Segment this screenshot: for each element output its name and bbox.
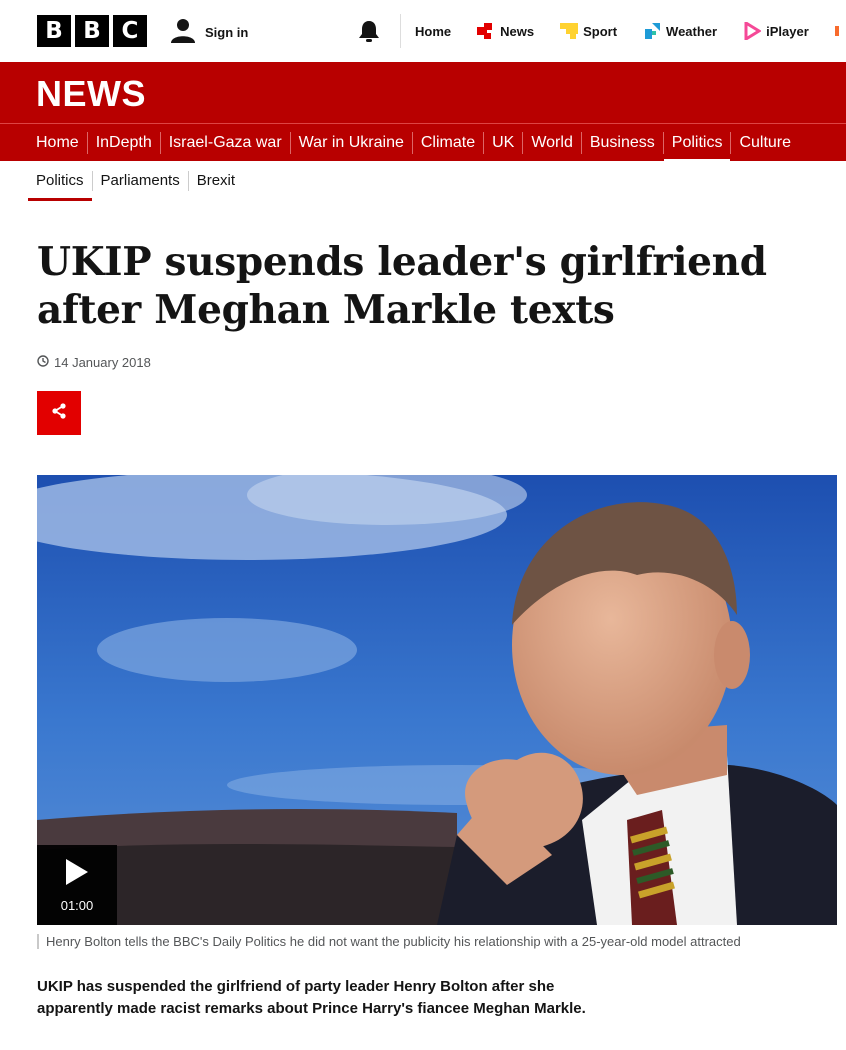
global-header: B B C Sign in Home News Sport Weather iP… [0, 0, 846, 62]
section-nav-uk[interactable]: UK [484, 131, 524, 154]
bbc-logo[interactable]: B B C [37, 15, 147, 47]
global-nav-weather-label: Weather [666, 23, 718, 39]
global-nav: Home News Sport Weather iPlayer [400, 14, 839, 48]
sub-nav-parliaments[interactable]: Parliaments [93, 171, 189, 191]
section-nav-climate[interactable]: Climate [413, 131, 485, 154]
sign-in-label: Sign in [205, 25, 249, 40]
section-nav-world[interactable]: World [523, 131, 582, 154]
section-nav-ukraine[interactable]: War in Ukraine [291, 131, 413, 154]
global-nav-sport[interactable]: Sport [547, 14, 630, 48]
logo-letter-c: C [113, 15, 147, 47]
global-nav-home-label: Home [415, 23, 452, 39]
user-icon [170, 17, 196, 48]
global-nav-news-label: News [500, 23, 535, 39]
sport-icon [560, 22, 579, 40]
weather-icon [643, 22, 661, 40]
sub-nav-politics[interactable]: Politics [28, 171, 93, 201]
section-nav-culture[interactable]: Culture [731, 132, 799, 154]
video-still-image [37, 475, 837, 925]
logo-letter-b1: B [37, 15, 71, 47]
section-nav-business[interactable]: Business [582, 131, 664, 154]
global-nav-more-overflow[interactable] [822, 14, 839, 48]
global-nav-iplayer[interactable]: iPlayer [730, 14, 822, 48]
news-icon [477, 22, 495, 40]
section-nav-indepth[interactable]: InDepth [88, 131, 161, 154]
share-icon [50, 402, 68, 425]
play-icon [64, 857, 90, 892]
sub-nav: Politics Parliaments Brexit [28, 168, 243, 201]
notifications-bell-icon[interactable] [358, 19, 380, 48]
share-button[interactable] [37, 391, 81, 435]
sub-nav-brexit[interactable]: Brexit [189, 171, 243, 191]
news-title[interactable]: NEWS [36, 73, 146, 115]
section-nav: Home InDepth Israel-Gaza war War in Ukra… [0, 123, 846, 163]
overflow-icon [834, 26, 839, 36]
article-intro: UKIP has suspended the girlfriend of par… [37, 978, 586, 1017]
video-duration: 01:00 [60, 898, 94, 913]
global-nav-weather[interactable]: Weather [630, 14, 730, 48]
article-date: 14 January 2018 [54, 355, 151, 370]
clock-icon [37, 355, 49, 370]
article-headline: UKIP suspends leader's girlfriend after … [37, 239, 767, 333]
article-timestamp: 14 January 2018 [37, 355, 151, 370]
global-nav-sport-label: Sport [583, 23, 618, 39]
section-nav-home[interactable]: Home [28, 131, 88, 154]
global-nav-home[interactable]: Home [401, 14, 464, 48]
video-player[interactable]: 01:00 [37, 475, 837, 925]
news-masthead: NEWS [0, 62, 846, 123]
sign-in-link[interactable]: Sign in [170, 17, 248, 48]
section-nav-israel-gaza[interactable]: Israel-Gaza war [161, 131, 291, 154]
section-nav-politics[interactable]: Politics [663, 131, 732, 163]
global-nav-iplayer-label: iPlayer [766, 23, 809, 39]
video-caption: Henry Bolton tells the BBC's Daily Polit… [37, 934, 741, 949]
logo-letter-b2: B [75, 15, 109, 47]
global-nav-news[interactable]: News [464, 14, 547, 48]
iplayer-icon [743, 20, 762, 42]
play-button[interactable]: 01:00 [37, 845, 117, 925]
